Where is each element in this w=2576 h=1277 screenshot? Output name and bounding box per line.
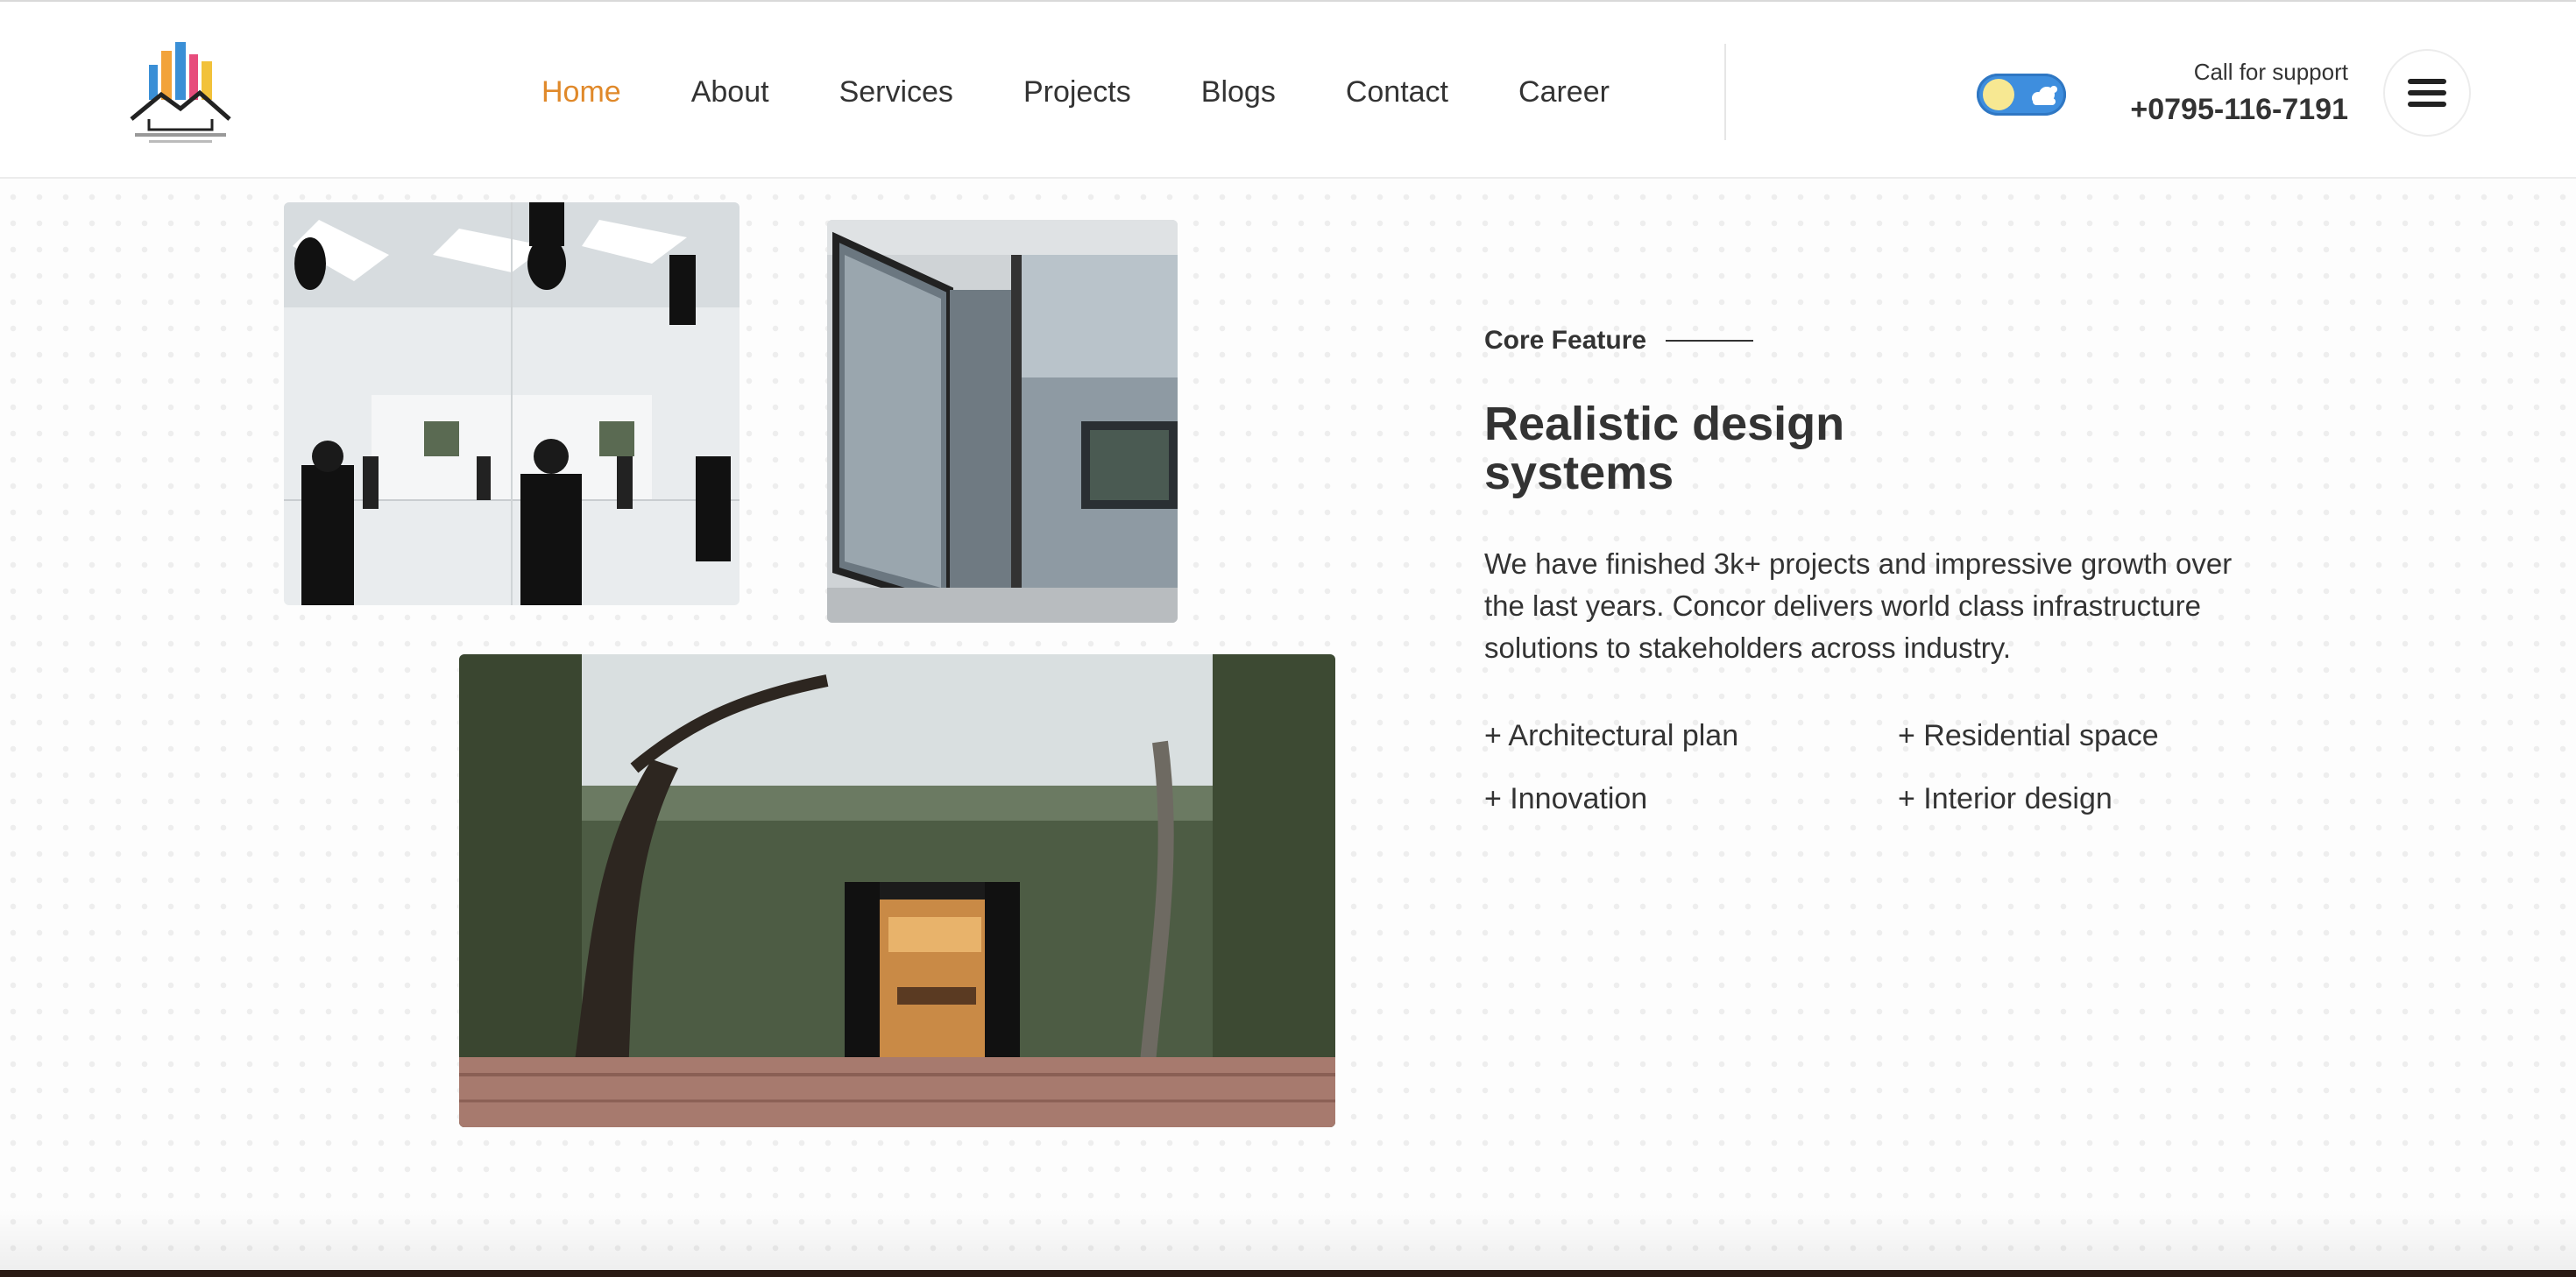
main-nav: Home About Services Projects Blogs Conta… [541,70,1680,114]
section-eyebrow: Core Feature [1484,326,2273,356]
eyebrow-label: Core Feature [1484,326,1647,355]
menu-button[interactable] [2383,49,2471,137]
cloud-icon [2032,86,2057,105]
nav-contact[interactable]: Contact [1346,70,1448,114]
theme-toggle[interactable] [1977,74,2066,116]
mirror-room-image [284,202,740,605]
support-phone[interactable]: +0795-116-7191 [2130,88,2348,131]
feature-item: + Interior design [1898,782,2112,815]
nav-about[interactable]: About [691,70,769,114]
bottom-shadow [0,1209,2576,1270]
section-heading: Realistic design systems [1484,398,1845,499]
eyebrow-line [1666,340,1754,342]
section-description: We have finished 3k+ projects and impres… [1484,547,2233,664]
glass-house-forest-image [459,654,1335,1127]
nav-services[interactable]: Services [839,70,953,114]
feature-list: + Architectural plan + Residential space… [1484,715,2273,820]
support-contact: Call for support +0795-116-7191 [2130,56,2348,131]
support-label: Call for support [2193,59,2348,85]
nav-career[interactable]: Career [1518,70,1610,114]
feature-item: + Innovation [1484,782,1648,815]
nav-home[interactable]: Home [541,70,621,114]
glass-door-image [827,220,1178,623]
nav-divider [1724,44,1726,140]
bottom-bar [0,1270,2576,1277]
nav-projects[interactable]: Projects [1023,70,1131,114]
hamburger-icon [2408,73,2446,113]
company-logo[interactable] [123,39,238,149]
feature-item: + Architectural plan [1484,719,1739,752]
nav-blogs[interactable]: Blogs [1201,70,1276,114]
feature-item: + Residential space [1898,719,2159,752]
sun-icon [1983,79,2014,110]
site-header: Home About Services Projects Blogs Conta… [0,0,2576,179]
core-feature-section: Core Feature Realistic design systems We… [1484,326,2273,820]
